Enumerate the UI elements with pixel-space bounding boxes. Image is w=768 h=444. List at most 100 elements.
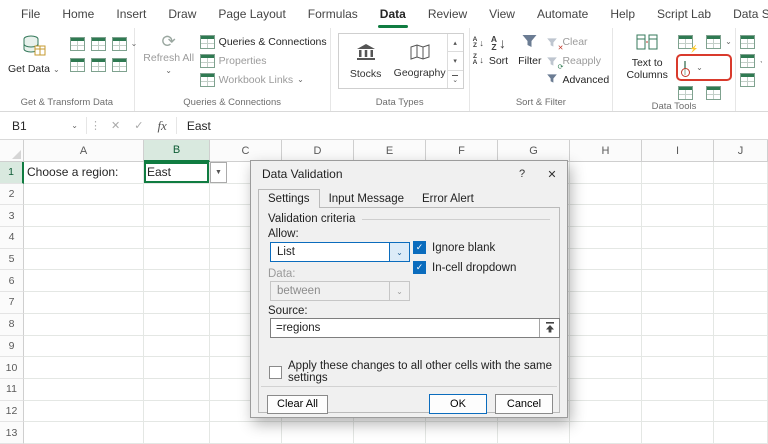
cell-B7[interactable]: [144, 292, 210, 314]
collapse-dialog-button[interactable]: [539, 319, 559, 337]
cell-H4[interactable]: [570, 227, 642, 249]
filter-button[interactable]: Filter: [513, 28, 546, 70]
consolidate-button[interactable]: [678, 86, 732, 100]
cell-H11[interactable]: [570, 379, 642, 401]
cell-H9[interactable]: [570, 336, 642, 358]
group-rows-button[interactable]: [740, 35, 762, 49]
cell-A4[interactable]: [24, 227, 144, 249]
cell-I1[interactable]: [642, 162, 714, 184]
reapply-button[interactable]: ⟳ Reapply: [546, 54, 609, 68]
cell-J1[interactable]: [714, 162, 768, 184]
source-input[interactable]: [271, 319, 539, 337]
cell-A11[interactable]: [24, 379, 144, 401]
cell-A3[interactable]: [24, 205, 144, 227]
tab-settings[interactable]: Settings: [258, 189, 320, 208]
row-header-3[interactable]: 3: [0, 205, 24, 227]
cell-B10[interactable]: [144, 357, 210, 379]
cell-C13[interactable]: [210, 422, 282, 444]
cell-I4[interactable]: [642, 227, 714, 249]
formula-bar-grip[interactable]: ⋮: [86, 117, 104, 133]
sort-button[interactable]: AZ ↓ Sort: [484, 28, 513, 70]
cancel-entry-icon[interactable]: ✕: [104, 119, 127, 132]
row-header-12[interactable]: 12: [0, 401, 24, 423]
in-cell-dropdown-button[interactable]: ▼: [210, 162, 227, 183]
from-text-button[interactable]: [91, 37, 107, 51]
cell-G13[interactable]: [498, 422, 570, 444]
row-header-7[interactable]: 7: [0, 292, 24, 314]
enter-entry-icon[interactable]: ✓: [127, 119, 150, 132]
cell-J11[interactable]: [714, 379, 768, 401]
existing-connections-button[interactable]: [112, 58, 128, 72]
gallery-scroll-down-button[interactable]: ▾: [448, 52, 463, 70]
column-header-B[interactable]: B: [144, 140, 210, 162]
tab-formulas[interactable]: Formulas: [297, 0, 369, 28]
gallery-more-button[interactable]: ⌄: [448, 71, 463, 88]
column-header-I[interactable]: I: [642, 140, 714, 162]
allow-dropdown[interactable]: List ⌄: [270, 242, 410, 262]
tab-data[interactable]: Data: [369, 0, 417, 28]
row-header-4[interactable]: 4: [0, 227, 24, 249]
cell-A7[interactable]: [24, 292, 144, 314]
cell-J5[interactable]: [714, 249, 768, 271]
tab-error-alert[interactable]: Error Alert: [413, 190, 483, 208]
row-header-13[interactable]: 13: [0, 422, 24, 444]
advanced-button[interactable]: Advanced: [546, 73, 609, 87]
cell-J7[interactable]: [714, 292, 768, 314]
cell-I10[interactable]: [642, 357, 714, 379]
cell-D13[interactable]: [282, 422, 354, 444]
tab-page-layout[interactable]: Page Layout: [207, 0, 296, 28]
cell-J9[interactable]: [714, 336, 768, 358]
tab-view[interactable]: View: [478, 0, 526, 28]
sort-az-button[interactable]: AZ ↓: [473, 36, 484, 50]
column-header-F[interactable]: F: [426, 140, 498, 162]
row-header-9[interactable]: 9: [0, 336, 24, 358]
cell-H6[interactable]: [570, 270, 642, 292]
cell-H8[interactable]: [570, 314, 642, 336]
data-validation-button[interactable]: [684, 60, 686, 75]
cell-B8[interactable]: [144, 314, 210, 336]
clear-all-button[interactable]: Clear All: [267, 395, 328, 414]
cell-A1[interactable]: Choose a region:: [24, 162, 144, 184]
cell-B5[interactable]: [144, 249, 210, 271]
tab-home[interactable]: Home: [51, 0, 105, 28]
select-all-button[interactable]: [0, 140, 24, 162]
in-cell-dropdown-checkbox[interactable]: ✓ In-cell dropdown: [413, 261, 516, 274]
cell-H13[interactable]: [570, 422, 642, 444]
row-header-11[interactable]: 11: [0, 379, 24, 401]
cell-B9[interactable]: [144, 336, 210, 358]
row-header-1[interactable]: 1: [0, 162, 24, 184]
name-box[interactable]: B1 ⌄: [0, 112, 86, 139]
column-header-A[interactable]: A: [24, 140, 144, 162]
tab-draw[interactable]: Draw: [157, 0, 207, 28]
cell-B4[interactable]: [144, 227, 210, 249]
cell-A13[interactable]: [24, 422, 144, 444]
data-validation-dropdown-icon[interactable]: ⌄: [696, 64, 703, 72]
ignore-blank-checkbox[interactable]: ✓ Ignore blank: [413, 241, 516, 254]
clear-filter-button[interactable]: ✕ Clear: [546, 35, 609, 49]
cell-I7[interactable]: [642, 292, 714, 314]
tab-automate[interactable]: Automate: [526, 0, 599, 28]
tab-file[interactable]: File: [10, 0, 51, 28]
cell-F13[interactable]: [426, 422, 498, 444]
column-header-G[interactable]: G: [498, 140, 570, 162]
cell-I11[interactable]: [642, 379, 714, 401]
geography-button[interactable]: Geography: [393, 34, 447, 88]
help-button[interactable]: ?: [507, 161, 537, 187]
row-header-2[interactable]: 2: [0, 184, 24, 206]
column-header-H[interactable]: H: [570, 140, 642, 162]
column-header-D[interactable]: D: [282, 140, 354, 162]
cell-J4[interactable]: [714, 227, 768, 249]
cell-J10[interactable]: [714, 357, 768, 379]
gallery-scroll-up-button[interactable]: ▴: [448, 34, 463, 52]
sort-za-button[interactable]: ZA ↓: [473, 53, 484, 67]
data-dropdown[interactable]: between ⌄: [270, 281, 410, 301]
cell-I3[interactable]: [642, 205, 714, 227]
cell-B13[interactable]: [144, 422, 210, 444]
from-web-button[interactable]: ⌄: [112, 37, 128, 51]
cell-B3[interactable]: [144, 205, 210, 227]
recent-sources-button[interactable]: [70, 37, 86, 51]
refresh-all-button[interactable]: ⟳ Refresh All ⌄: [138, 28, 200, 79]
cell-I9[interactable]: [642, 336, 714, 358]
workbook-links-button[interactable]: Workbook Links ⌄: [200, 73, 327, 87]
row-header-10[interactable]: 10: [0, 357, 24, 379]
